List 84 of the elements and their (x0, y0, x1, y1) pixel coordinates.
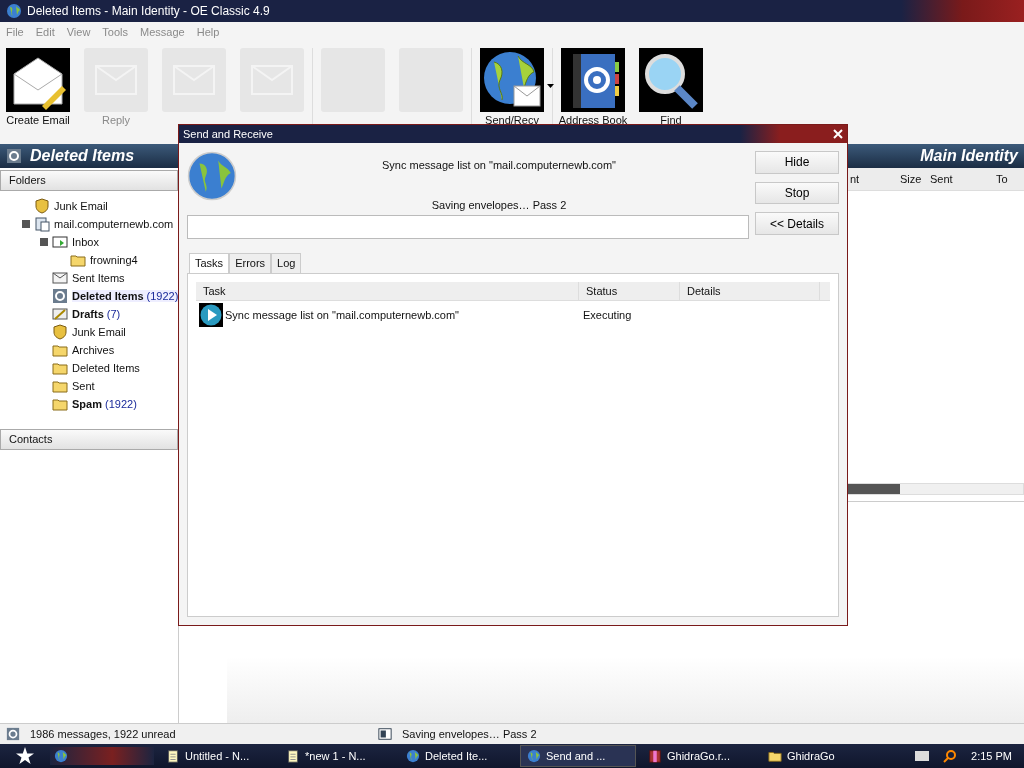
recycle-icon (6, 727, 20, 741)
dialog-button[interactable]: Stop (755, 181, 839, 205)
column-header[interactable]: Status (579, 282, 680, 300)
table-cell: Sync message list on "mail.computernewb.com" (225, 309, 459, 321)
folder-icon (52, 342, 68, 358)
toolbar-button[interactable]: Send/Recv (480, 48, 544, 126)
server-icon (34, 216, 50, 232)
star-icon (16, 747, 34, 765)
folder-item[interactable]: frowning4 (90, 254, 138, 266)
folder-item[interactable]: Deleted Items (72, 362, 140, 374)
globe-envelope-icon (480, 48, 544, 112)
folder-item[interactable]: Sent Items (72, 272, 125, 284)
folder-icon (70, 252, 86, 268)
folder-item[interactable]: Drafts (7) (72, 308, 121, 320)
folder-icon (52, 378, 68, 394)
scrollbar[interactable] (847, 483, 1024, 495)
column-header[interactable]: To (993, 173, 1015, 185)
tab[interactable]: Errors (229, 253, 272, 273)
contacts-pane-header[interactable]: Contacts (0, 429, 178, 450)
folders-pane-header[interactable]: Folders (0, 170, 178, 191)
dialog-button[interactable]: Hide (755, 151, 839, 174)
taskbar-button[interactable]: GhidraGo.r... (642, 746, 756, 766)
folder-icon (52, 396, 68, 412)
folder-title: Deleted Items (30, 147, 135, 165)
window-title: Deleted Items - Main Identity - OE Classic 4.9 (27, 4, 270, 18)
archive-icon (648, 749, 662, 763)
column-header[interactable]: Size (897, 173, 927, 185)
envelope-pencil-icon (52, 306, 68, 322)
shield-icon (52, 324, 68, 340)
sync-status-text: Sync message list on "mail.computernewb.com" (382, 159, 616, 171)
keyboard-icon (915, 751, 930, 761)
taskbar-button[interactable]: Untitled - N... (160, 746, 274, 766)
envelope-pencil-icon (6, 48, 70, 112)
close-icon (833, 129, 843, 139)
taskbar-button[interactable]: GhidraGo (762, 746, 876, 766)
progress-icon (378, 727, 392, 741)
dialog-button[interactable]: << Details (755, 212, 839, 235)
folder-item[interactable]: mail.computernewb.com (54, 218, 174, 230)
identity-title: Main Identity (920, 147, 1018, 165)
recycle-icon (52, 288, 68, 304)
table-cell: Executing (583, 309, 632, 321)
folder-icon (768, 749, 782, 763)
progress-status-text: Saving envelopes… Pass 2 (431, 199, 567, 211)
folder-icon (52, 360, 68, 376)
globe-icon (406, 749, 420, 763)
dialog-title: Send and Receive (183, 128, 273, 140)
clock: 2:15 PM (971, 750, 1012, 762)
toolbar-button[interactable]: Address Book (561, 48, 625, 126)
taskbar-button[interactable]: Deleted Ite... (400, 746, 514, 766)
inbox-icon (52, 234, 68, 250)
envelope-icon (52, 270, 68, 286)
folder-item[interactable]: Junk Email (54, 200, 108, 212)
app-icon (6, 3, 22, 19)
play-icon (199, 303, 223, 327)
taskbar-button[interactable]: Send and ... (520, 745, 636, 767)
address-book-icon (561, 48, 625, 112)
status-text: Saving envelopes… Pass 2 (402, 728, 537, 740)
taskbar-button[interactable]: *new 1 - N... (280, 746, 394, 766)
toolbar-button[interactable]: Create Email (6, 48, 70, 126)
recycle-icon (6, 148, 22, 164)
notepad-icon (286, 749, 300, 763)
status-text: 1986 messages, 1922 unread (30, 728, 176, 740)
taskbar-button[interactable] (50, 747, 154, 765)
tab[interactable]: Log (271, 253, 302, 273)
column-header[interactable]: Task (196, 282, 579, 300)
magnifier-icon (639, 48, 703, 112)
globe-icon (527, 749, 541, 763)
folder-item[interactable]: Archives (72, 344, 115, 356)
folder-item[interactable]: Spam (1922) (72, 398, 137, 410)
folder-item[interactable]: Deleted Items (1922) (72, 290, 178, 302)
magnifier-icon (943, 749, 958, 763)
close-button[interactable] (833, 129, 843, 139)
globe-icon (54, 749, 68, 763)
globe-icon (187, 151, 237, 201)
tab[interactable]: Tasks (189, 253, 230, 273)
column-header[interactable]: nt (847, 173, 897, 185)
notepad-icon (166, 749, 180, 763)
toolbar-button[interactable]: Find (639, 48, 703, 126)
column-header[interactable]: Sent (927, 173, 993, 185)
folder-item[interactable]: Junk Email (72, 326, 126, 338)
shield-icon (34, 198, 50, 214)
folder-item[interactable]: Sent (72, 380, 95, 392)
folder-item[interactable]: Inbox (72, 236, 99, 248)
column-header[interactable]: Details (680, 282, 820, 300)
